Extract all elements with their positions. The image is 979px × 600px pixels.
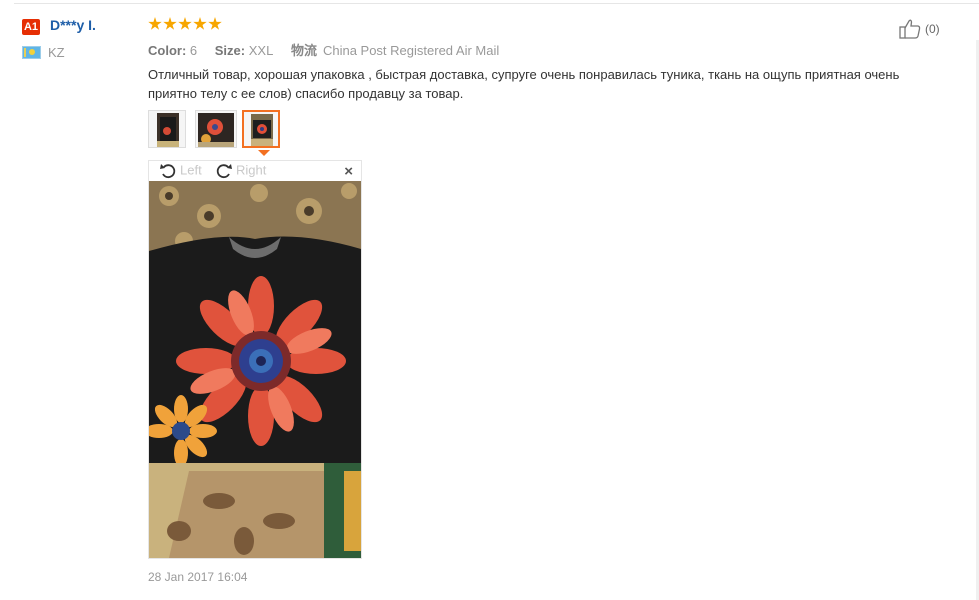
shipping-label: 物流 (290, 43, 317, 58)
helpful-count: (0) (925, 22, 940, 36)
tunic-photo (149, 181, 361, 558)
rotate-left-label: Left (180, 162, 202, 178)
thumbs-up-icon[interactable] (899, 19, 921, 39)
photo-thumbnail-2[interactable] (195, 110, 237, 148)
reviewer-country: KZ (48, 45, 65, 60)
review-date: 28 Jan 2017 16:04 (148, 570, 248, 584)
top-divider (14, 3, 979, 4)
photo-thumbnail-3-selected[interactable] (242, 110, 280, 148)
size-value: XXL (248, 43, 274, 58)
rotate-right-icon (216, 164, 232, 179)
size-label: Size: (214, 43, 246, 58)
reviewer-name[interactable]: D***y I. (50, 17, 96, 33)
star-icon (148, 17, 162, 30)
star-icon (163, 17, 177, 30)
photo-thumbnail-1[interactable] (148, 110, 186, 148)
photo-viewer: Left Right × (148, 160, 362, 559)
country-flag-icon (22, 46, 41, 59)
rotate-left-icon (160, 164, 176, 179)
rotate-right-button[interactable]: Right (215, 162, 266, 180)
selected-thumbnail-indicator (258, 150, 270, 156)
review-text: Отличный товар, хорошая упаковка , быстр… (148, 67, 900, 101)
shipping-value: China Post Registered Air Mail (322, 43, 500, 58)
photo-viewer-toolbar: Left Right × (149, 161, 361, 181)
review-photo-large (149, 181, 361, 558)
star-icon (193, 17, 207, 30)
color-value: 6 (189, 43, 198, 58)
color-label: Color: (148, 43, 187, 58)
star-icon (178, 17, 192, 30)
rotate-right-label: Right (236, 162, 267, 178)
buyer-level-badge: A1 (22, 19, 40, 35)
close-viewer-button[interactable]: × (344, 163, 353, 180)
rotate-left-button[interactable]: Left (159, 162, 202, 180)
star-icon (208, 17, 222, 30)
star-rating (148, 17, 223, 35)
order-details: Color: 6 Size: XXL 物流 China Post Register… (148, 40, 499, 59)
